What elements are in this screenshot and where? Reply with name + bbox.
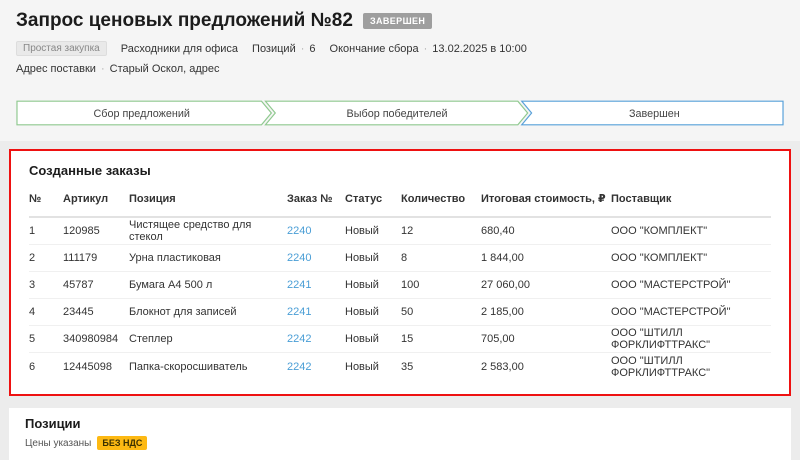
col-qty: Количество [401,193,481,205]
order-link[interactable]: 2240 [287,225,311,237]
order-row: 1 120985 Чистящее средство для стекол 22… [29,218,771,245]
col-order-no: Заказ № [287,193,345,205]
request-meta: Простая закупка Расходники для офиса Поз… [16,41,784,56]
purchase-type-tag: Простая закупка [16,41,107,56]
prices-note: Цены указаны БЕЗ НДС [25,436,775,450]
step-finished-label: Завершен [629,108,680,120]
positions-section: Позиции Цены указаны БЕЗ НДС № Позиции О… [9,408,791,460]
separator-dot: · [301,43,305,55]
order-link[interactable]: 2240 [287,252,311,264]
created-orders-section: Созданные заказы № Артикул Позиция Заказ… [9,149,791,396]
col-status: Статус [345,193,401,205]
order-link[interactable]: 2241 [287,279,311,291]
order-link[interactable]: 2241 [287,306,311,318]
col-total: Итоговая стоимость, ₽ [481,192,611,205]
order-row: 5 340980984 Степлер 2242 Новый 15 705,00… [29,326,771,353]
category-label: Расходники для офиса [121,43,238,55]
delivery-address: Адрес поставки · Старый Оскол, адрес [16,63,784,75]
orders-table-header: № Артикул Позиция Заказ № Статус Количес… [29,192,771,218]
step-winners-label: Выбор победителей [347,108,448,120]
col-supplier: Поставщик [611,193,771,205]
order-link[interactable]: 2242 [287,361,311,373]
positions-count: Позиций · 6 [252,43,315,55]
col-num: № [29,193,63,205]
order-row: 6 12445098 Папка-скоросшиватель 2242 Нов… [29,353,771,380]
order-row: 2 111179 Урна пластиковая 2240 Новый 8 1… [29,245,771,272]
positions-section-title: Позиции [25,416,775,431]
status-badge: ЗАВЕРШЕН [363,13,432,29]
orders-section-title: Созданные заказы [29,163,771,178]
separator-dot: · [101,63,105,75]
vat-badge: БЕЗ НДС [97,436,147,450]
step-collect-label: Сбор предложений [93,108,189,120]
separator-dot: · [424,43,428,55]
col-position: Позиция [129,193,287,205]
stage-stepper: Сбор предложений Выбор победителей Завер… [0,92,800,141]
order-row: 3 45787 Бумага А4 500 л 2241 Новый 100 2… [29,272,771,299]
request-header: Запрос ценовых предложений №82 ЗАВЕРШЕН … [0,0,800,92]
order-row: 4 23445 Блокнот для записей 2241 Новый 5… [29,299,771,326]
page-title: Запрос ценовых предложений №82 [16,10,353,32]
deadline: Окончание сбора · 13.02.2025 в 10:00 [330,43,527,55]
col-article: Артикул [63,193,129,205]
order-link[interactable]: 2242 [287,333,311,345]
